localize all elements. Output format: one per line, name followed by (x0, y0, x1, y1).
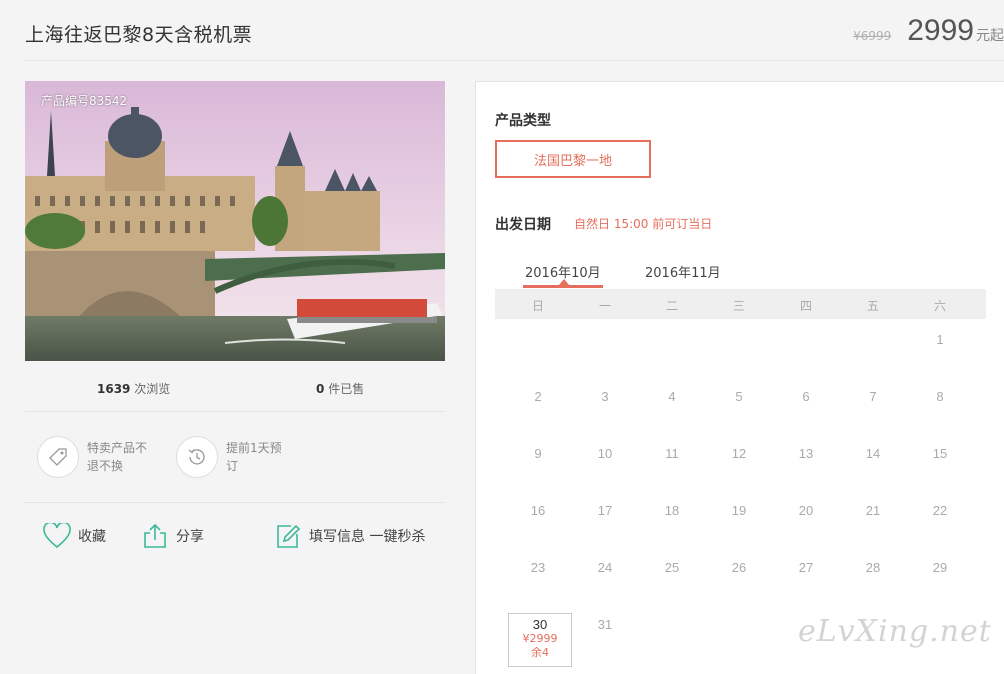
weekday-label: 六 (933, 299, 946, 313)
sale-price: 2999 (907, 14, 974, 47)
calendar-day: 13 (798, 446, 814, 461)
share-icon (141, 522, 169, 550)
weekday-header: 日 一 二 三 四 五 六 (495, 289, 986, 319)
share-button[interactable]: 分享 (141, 522, 204, 550)
calendar-day: 25 (664, 560, 680, 575)
weekday-label: 三 (732, 299, 745, 313)
calendar-day: 15 (932, 446, 948, 461)
fill-info-label: 填写信息 一键秒杀 (309, 529, 426, 545)
calendar-day: 2 (534, 389, 542, 404)
site-watermark: eLvXing.net (798, 614, 992, 649)
features-divider (25, 502, 445, 503)
calendar-day: 21 (865, 503, 881, 518)
weekday-label: 五 (866, 299, 879, 313)
feature-text: 提前1天预订 (226, 441, 282, 473)
feature-no-refund: 特卖产品不退不换 (37, 436, 151, 478)
weekday-label: 一 (598, 299, 611, 313)
calendar-day: 24 (597, 560, 613, 575)
calendar-day: 16 (530, 503, 546, 518)
calendar-day: 12 (731, 446, 747, 461)
calendar-day: 8 (936, 389, 944, 404)
weekday-label: 四 (799, 299, 812, 313)
calendar-day: 20 (798, 503, 814, 518)
calendar-day: 9 (534, 446, 542, 461)
feature-text: 特卖产品不退不换 (87, 441, 148, 473)
departure-date-heading: 出发日期 (495, 217, 551, 233)
calendar-day: 23 (530, 560, 546, 575)
day-price: ¥2999 (522, 632, 558, 645)
calendar-day: 4 (668, 389, 676, 404)
calendar-day: 26 (731, 560, 747, 575)
calendar-day: 22 (932, 503, 948, 518)
share-label: 分享 (176, 529, 204, 545)
calendar-day: 5 (735, 389, 743, 404)
calendar-day: 11 (665, 446, 679, 461)
sold-count: 0 件已售 (316, 382, 365, 396)
edit-icon (274, 522, 302, 550)
page-title: 上海往返巴黎8天含税机票 (25, 24, 253, 46)
calendar-day: 31 (597, 617, 613, 632)
paris-conciergerie-image (25, 81, 445, 361)
tab-month-nov[interactable]: 2016年11月 (645, 262, 721, 281)
feature-advance-booking: 提前1天预订 (176, 436, 290, 478)
product-stats: 1639 次浏览 0 件已售 (25, 380, 445, 400)
calendar-day: 3 (601, 389, 609, 404)
calendar-day: 7 (869, 389, 877, 404)
clock-history-icon (176, 436, 218, 478)
stats-divider (25, 411, 445, 412)
product-photo: 产品编号83542 (25, 81, 445, 361)
heart-icon (43, 522, 71, 550)
booking-notice: 自然日 15:00 前可订当日 (574, 217, 713, 231)
calendar-day: 10 (597, 446, 613, 461)
calendar-day: 29 (932, 560, 948, 575)
weekday-label: 二 (665, 299, 678, 313)
original-price: ¥6999 (853, 29, 892, 43)
calendar-day: 28 (865, 560, 881, 575)
view-count: 1639 次浏览 (97, 382, 171, 396)
day-stock: 余4 (531, 646, 549, 659)
calendar-day: 1 (936, 332, 944, 347)
calendar-day-available[interactable]: 30 ¥2999 余4 (508, 613, 572, 667)
calendar-day: 14 (865, 446, 881, 461)
day-number: 30 (532, 617, 548, 632)
active-month-underline (523, 285, 603, 288)
header-divider (25, 60, 1004, 61)
price-block: ¥6999 2999 元起 (853, 14, 1004, 48)
calendar-day: 18 (664, 503, 680, 518)
favorite-label: 收藏 (78, 529, 106, 545)
weekday-label: 日 (531, 299, 544, 313)
calendar-day: 19 (731, 503, 747, 518)
calendar-day: 17 (597, 503, 613, 518)
tag-icon (37, 436, 79, 478)
calendar-day: 6 (802, 389, 810, 404)
product-type-option[interactable]: 法国巴黎一地 (495, 140, 651, 178)
booking-panel: 产品类型 法国巴黎一地 出发日期 自然日 15:00 前可订当日 2016年10… (475, 81, 1004, 674)
fill-info-button[interactable]: 填写信息 一键秒杀 (274, 522, 425, 550)
favorite-button[interactable]: 收藏 (43, 522, 106, 550)
calendar-day: 27 (798, 560, 814, 575)
price-unit: 元起 (976, 28, 1004, 44)
product-type-heading: 产品类型 (495, 113, 551, 129)
product-code: 产品编号83542 (41, 94, 128, 108)
